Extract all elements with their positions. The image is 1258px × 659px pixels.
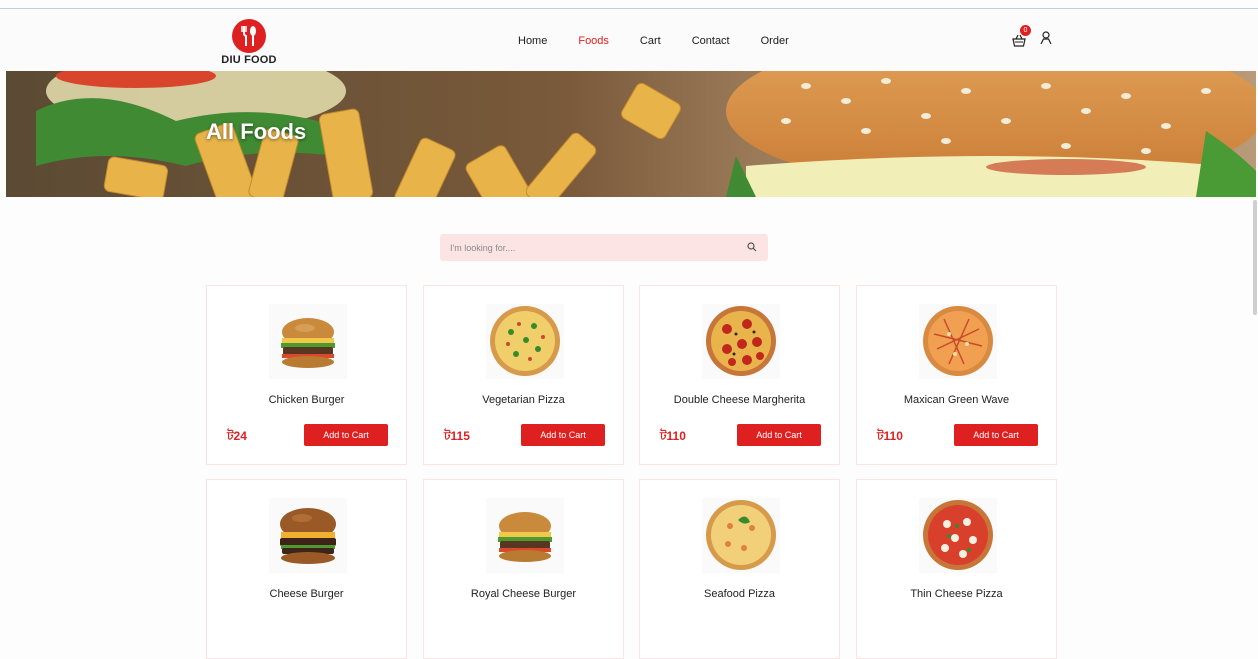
search-bar xyxy=(440,234,768,261)
product-name: Seafood Pizza xyxy=(704,588,775,600)
product-card: Royal Cheese Burger xyxy=(423,479,624,659)
fork-spoon-icon xyxy=(232,19,266,53)
hero-food-image xyxy=(6,71,1256,197)
hero-banner: All Foods xyxy=(6,71,1256,197)
user-icon[interactable] xyxy=(1040,31,1054,47)
product-name: Royal Cheese Burger xyxy=(470,588,577,600)
nav-home[interactable]: Home xyxy=(518,35,547,47)
product-name: Maxican Green Wave xyxy=(903,394,1010,406)
pepperoni-pizza-image xyxy=(702,304,780,379)
site-header: DIU FOOD Home Foods Cart Contact Order 0 xyxy=(0,9,1258,71)
add-to-cart-button[interactable]: Add to Cart xyxy=(737,424,821,446)
product-card: Cheese Burger xyxy=(206,479,407,659)
logo-text: DIU FOOD xyxy=(221,54,277,66)
product-price: ট110 xyxy=(660,429,686,443)
page-scrollbar[interactable] xyxy=(1253,200,1257,315)
product-card: Maxican Green Wave ট110 Add to Cart xyxy=(856,285,1057,465)
search-input[interactable] xyxy=(450,240,740,255)
veg-pizza-image xyxy=(486,304,564,379)
product-name: Chicken Burger xyxy=(268,394,345,406)
nav-cart[interactable]: Cart xyxy=(640,35,661,47)
burger-image xyxy=(269,304,347,379)
product-price: ট115 xyxy=(444,429,470,443)
product-name: Thin Cheese Pizza xyxy=(910,588,1003,600)
cart-count-badge: 0 xyxy=(1020,25,1031,36)
product-name: Cheese Burger xyxy=(269,588,344,600)
orange-pizza-image xyxy=(919,304,997,379)
page-title: All Foods xyxy=(206,119,307,144)
product-card: Vegetarian Pizza ট115 Add to Cart xyxy=(423,285,624,465)
product-name: Vegetarian Pizza xyxy=(482,394,565,406)
thin-pizza-image xyxy=(919,498,997,573)
shopping-basket-icon[interactable]: 0 xyxy=(1012,25,1031,47)
product-card: Double Cheese Margherita ট110 Add to Car… xyxy=(639,285,840,465)
search-icon[interactable] xyxy=(747,242,757,252)
nav-foods[interactable]: Foods xyxy=(578,35,609,47)
seafood-pizza-image xyxy=(702,498,780,573)
burger-image xyxy=(486,498,564,573)
main-nav: Home Foods Cart Contact Order xyxy=(518,35,820,47)
product-card: Seafood Pizza xyxy=(639,479,840,659)
add-to-cart-button[interactable]: Add to Cart xyxy=(954,424,1038,446)
product-card: Thin Cheese Pizza xyxy=(856,479,1057,659)
header-icons: 0 xyxy=(1012,25,1054,47)
nav-order[interactable]: Order xyxy=(761,35,789,47)
add-to-cart-button[interactable]: Add to Cart xyxy=(304,424,388,446)
product-name: Double Cheese Margherita xyxy=(673,394,806,406)
nav-contact[interactable]: Contact xyxy=(692,35,730,47)
logo[interactable]: DIU FOOD xyxy=(220,19,278,66)
product-price: ট24 xyxy=(227,429,247,443)
product-card: Chicken Burger ট24 Add to Cart xyxy=(206,285,407,465)
burger-image xyxy=(269,498,347,573)
product-price: ট110 xyxy=(877,429,903,443)
add-to-cart-button[interactable]: Add to Cart xyxy=(521,424,605,446)
